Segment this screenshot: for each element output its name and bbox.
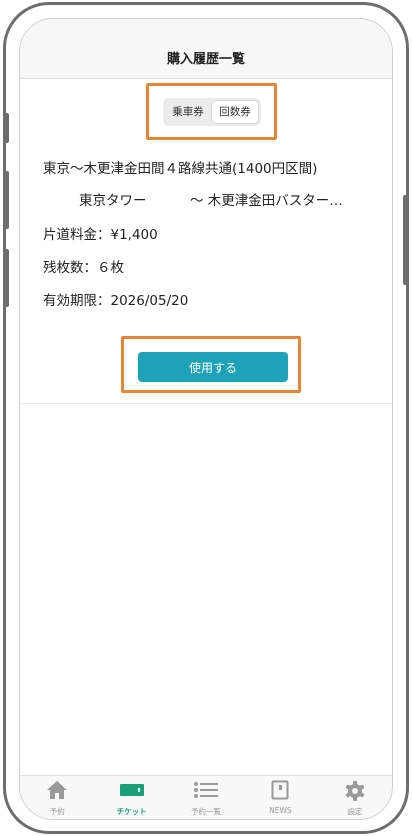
home-icon: [46, 780, 68, 804]
tab-reservation[interactable]: 予約: [20, 776, 94, 819]
phone-side-button: [403, 195, 406, 285]
phone-side-button: [6, 113, 9, 143]
app-screen: 購入履歴一覧 乗車券 回数券 東京〜木更津金田間４路線共通(1400円区間) 東…: [19, 18, 393, 820]
ticket-name: 東京〜木更津金田間４路線共通(1400円区間): [43, 161, 318, 177]
news-icon: [271, 780, 289, 804]
route-to: 〜 木更津金田バスター…: [190, 193, 343, 209]
header: 購入履歴一覧: [20, 19, 392, 79]
ticket-remaining: 残枚数：６枚: [43, 260, 124, 276]
ticket-type-segment: 乗車券 回数券: [163, 98, 261, 126]
ticket-fare: 片道料金：¥1,400: [43, 227, 158, 243]
phone-frame: 購入履歴一覧 乗車券 回数券 東京〜木更津金田間４路線共通(1400円区間) 東…: [3, 2, 409, 834]
tab-label: 予約一覧: [191, 807, 222, 816]
phone-side-button: [6, 171, 9, 229]
ticket-icon: [119, 780, 145, 804]
segment-coupon-ticket[interactable]: 回数券: [211, 100, 259, 124]
segment-boarding-ticket[interactable]: 乗車券: [165, 100, 211, 124]
tab-label: 予約: [49, 807, 65, 816]
gear-icon: [344, 780, 366, 806]
use-ticket-button[interactable]: 使用する: [138, 352, 288, 382]
page-title: 購入履歴一覧: [166, 52, 245, 67]
tab-ticket[interactable]: チケット: [94, 776, 168, 819]
tab-news[interactable]: NEWS: [243, 776, 317, 819]
divider: [20, 403, 392, 404]
ticket-expiry: 有効期限：2026/05/20: [43, 293, 189, 309]
phone-side-button: [6, 249, 9, 307]
tab-label: 設定: [347, 807, 363, 816]
tab-label: チケット: [116, 807, 147, 816]
list-icon: [193, 780, 219, 804]
route-from: 東京タワー: [79, 193, 147, 209]
bottom-tab-bar: 予約 チケット 予約一覧 NEWS 設定: [20, 775, 392, 819]
tab-settings[interactable]: 設定: [318, 776, 392, 819]
tab-reservation-list[interactable]: 予約一覧: [169, 776, 243, 819]
tab-label: NEWS: [269, 806, 292, 815]
